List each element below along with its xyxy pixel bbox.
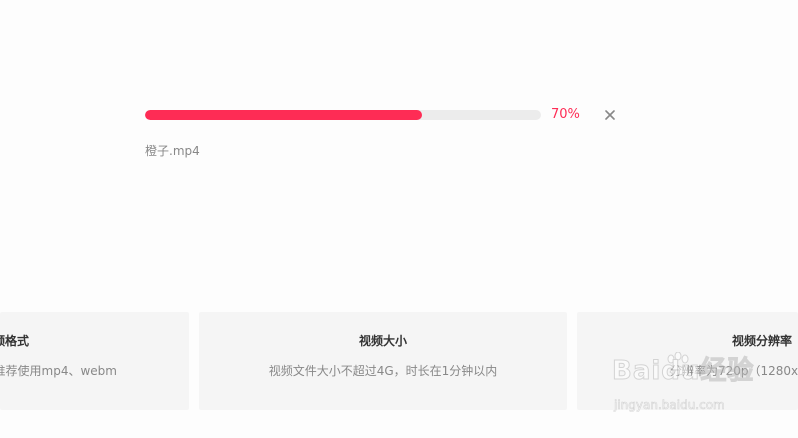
progress-percent: 70%: [551, 107, 580, 122]
upload-page: 70% 橙子.mp4 频格式 推荐使用mp4、webm 视频大小 视频文件大小不…: [0, 0, 798, 438]
upload-progress-row: 70%: [145, 103, 625, 127]
close-icon: [605, 110, 615, 120]
requirement-card-resolution: 视频分辨率 分辨率为720p（1280x72: [577, 312, 798, 410]
requirement-description: 推荐使用mp4、webm: [0, 364, 117, 378]
requirement-title: 视频大小: [358, 334, 407, 348]
requirement-description: 视频文件大小不超过4G，时长在1分钟以内: [268, 364, 498, 378]
requirement-title: 频格式: [0, 334, 29, 348]
progress-bar: [145, 110, 541, 120]
requirement-description: 分辨率为720p（1280x72: [670, 364, 798, 378]
cancel-upload-button[interactable]: [601, 105, 619, 125]
requirement-card-format: 频格式 推荐使用mp4、webm: [0, 312, 189, 410]
progress-bar-fill: [145, 110, 423, 120]
requirement-card-size: 视频大小 视频文件大小不超过4G，时长在1分钟以内: [199, 312, 567, 410]
requirement-title: 视频分辨率: [732, 334, 793, 348]
upload-filename: 橙子.mp4: [145, 144, 200, 158]
